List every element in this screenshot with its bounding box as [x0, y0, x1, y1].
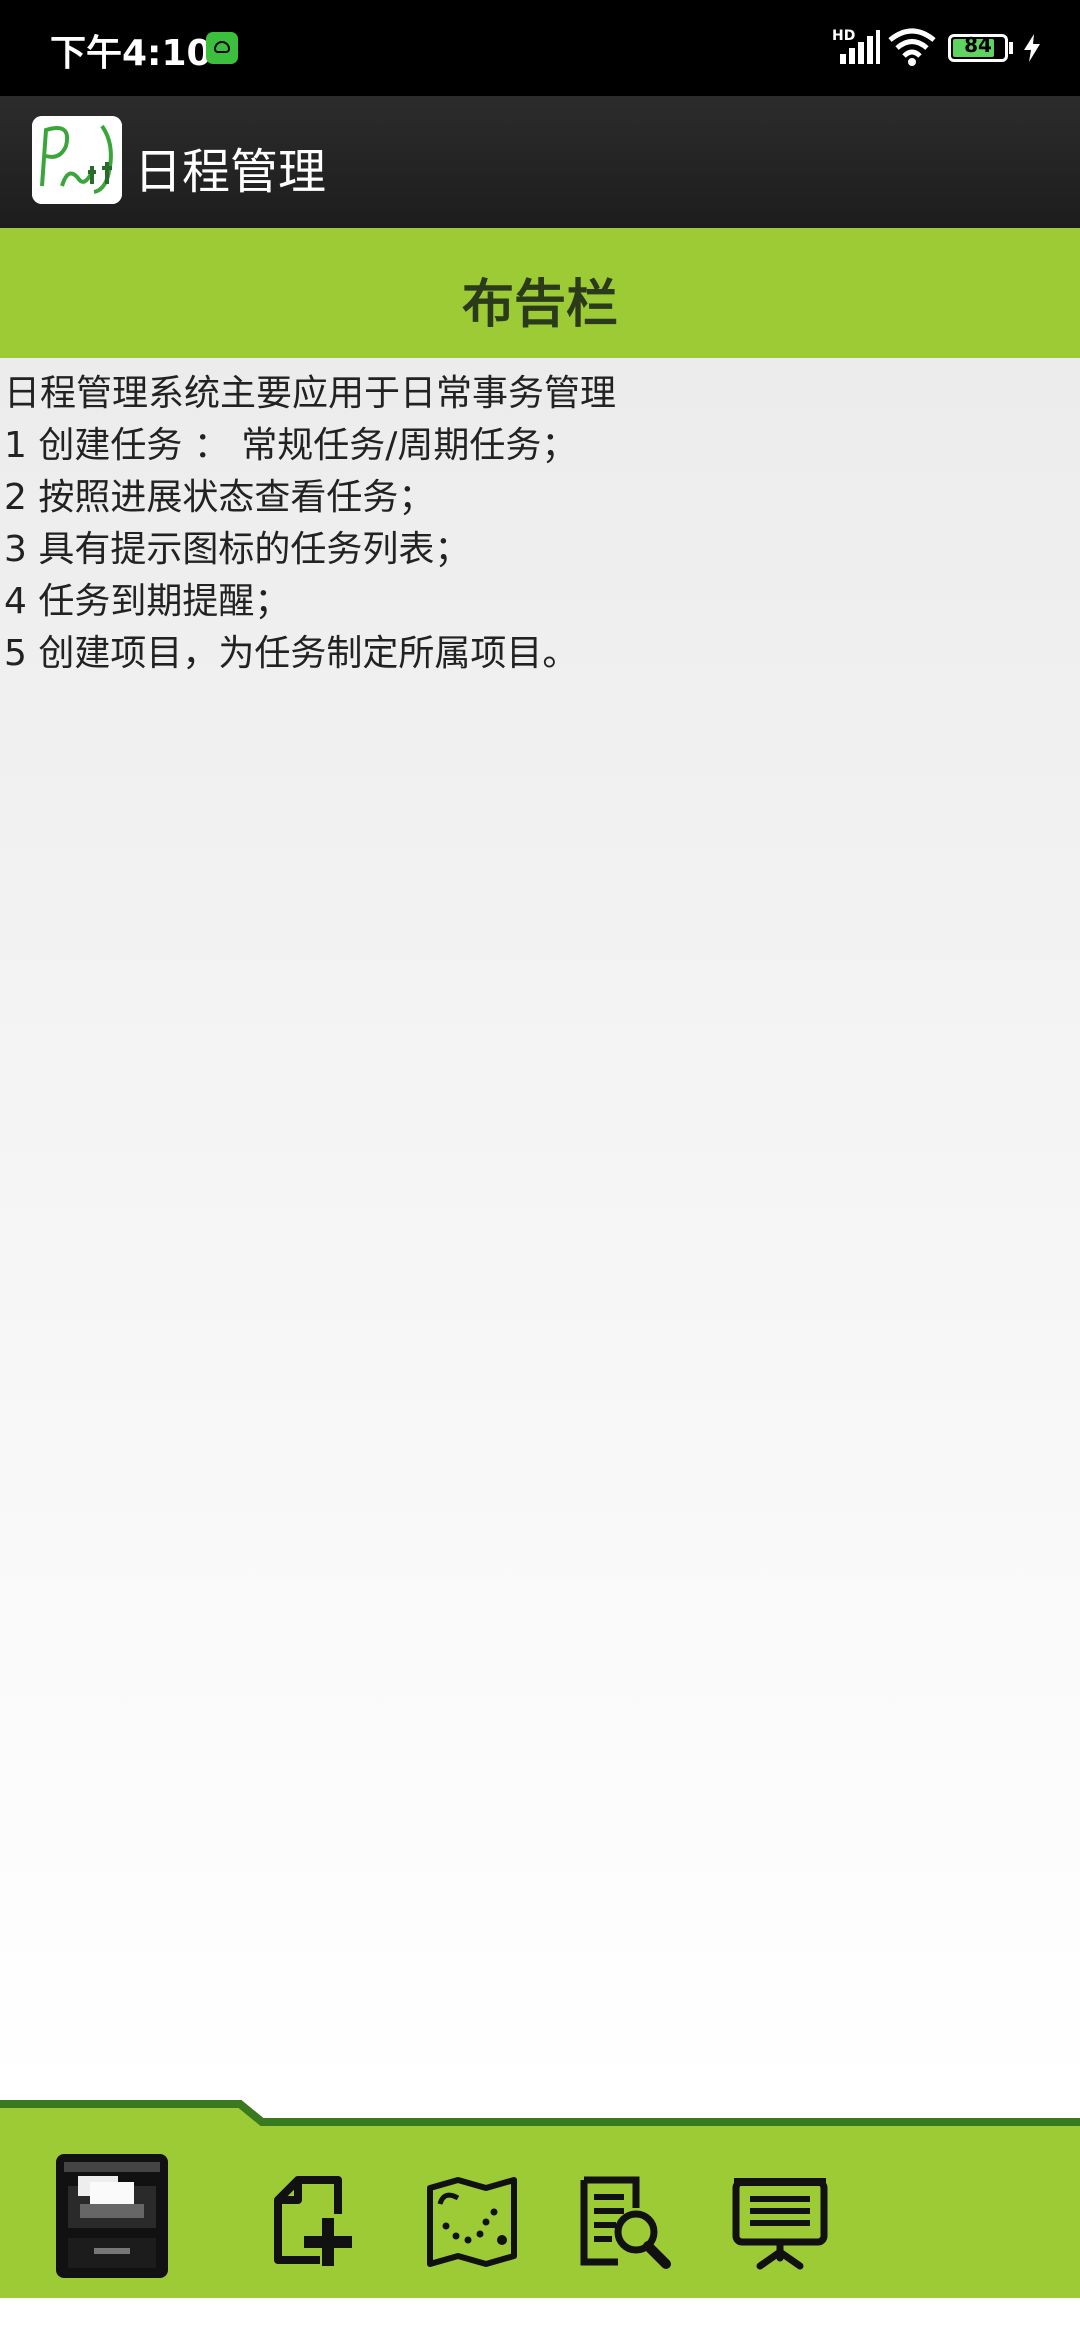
notice-line: 2 按照进展状态查看任务；: [4, 477, 435, 518]
notice-line: 4 任务到期提醒；: [4, 581, 291, 622]
search-document-icon: [580, 2176, 671, 2269]
battery-tip: [1009, 42, 1013, 54]
nav-add-task-button[interactable]: [268, 2174, 364, 2270]
notice-board-header: 布告栏: [0, 228, 1080, 358]
signal-icon: [840, 30, 880, 64]
battery-icon: 84: [948, 33, 1008, 62]
notice-line: 日程管理系统主要应用于日常事务管理: [4, 373, 617, 414]
nav-search-button[interactable]: [578, 2174, 674, 2270]
add-document-icon: [274, 2176, 352, 2266]
notice-line: 1 创建任务 ： 常规任务/周期任务；: [4, 425, 578, 466]
wifi-icon: [888, 28, 936, 66]
notice-line: 3 具有提示图标的任务列表；: [4, 529, 471, 570]
notice-content: 日程管理系统主要应用于日常事务管理 1 创建任务 ： 常规任务/周期任务； 2 …: [0, 358, 1080, 2098]
map-icon: [427, 2177, 517, 2267]
notice-board-title: 布告栏: [461, 275, 618, 335]
app-logo-icon[interactable]: [32, 116, 122, 204]
status-time: 下午4:10: [50, 33, 212, 74]
notice-line: 5 创建项目，为任务制定所属项目。: [4, 633, 579, 674]
charging-icon: [1024, 34, 1040, 62]
battery-percent: 84: [964, 33, 992, 57]
nav-file-cabinet-button[interactable]: [50, 2148, 174, 2284]
nav-presentation-button[interactable]: [732, 2174, 828, 2270]
presentation-board-icon: [732, 2178, 828, 2270]
nav-map-button[interactable]: [424, 2174, 520, 2270]
app-title: 日程管理: [134, 144, 327, 200]
app-notification-icon: [206, 32, 238, 64]
status-bar: 下午4:10 HD 84: [0, 0, 1080, 96]
file-cabinet-icon: [56, 2154, 168, 2278]
bottom-nav: [0, 2098, 1080, 2340]
action-bar: 日程管理: [0, 96, 1080, 228]
